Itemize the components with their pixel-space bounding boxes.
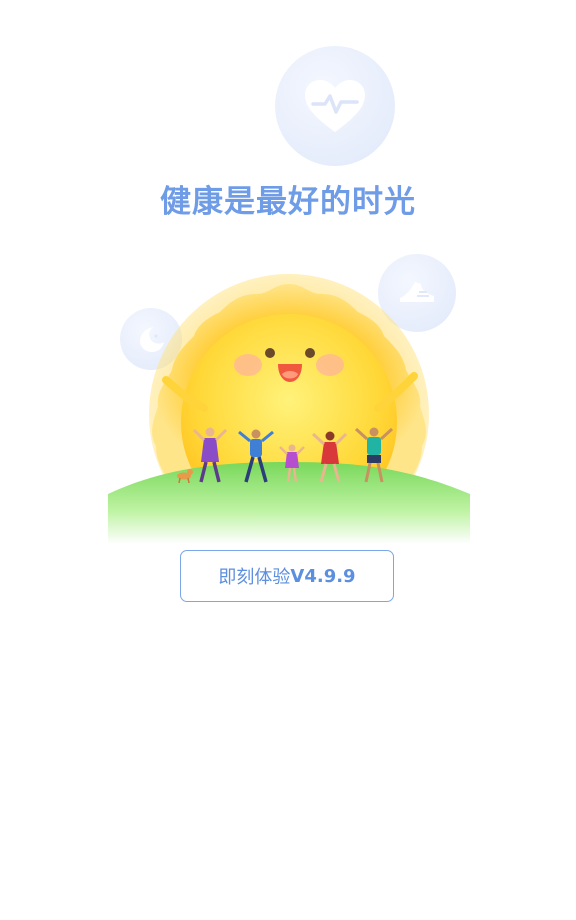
heart-pulse-icon	[305, 80, 365, 132]
heart-bubble	[275, 46, 395, 166]
version-label: V4.9.9	[290, 565, 356, 587]
sun-illustration	[108, 274, 470, 544]
splash-screen: 健康是最好的时光 即刻体验 V4.9.9	[0, 0, 576, 920]
start-experience-button[interactable]: 即刻体验 V4.9.9	[180, 550, 394, 602]
page-title: 健康是最好的时光	[160, 184, 416, 220]
button-label: 即刻体验	[218, 567, 291, 588]
